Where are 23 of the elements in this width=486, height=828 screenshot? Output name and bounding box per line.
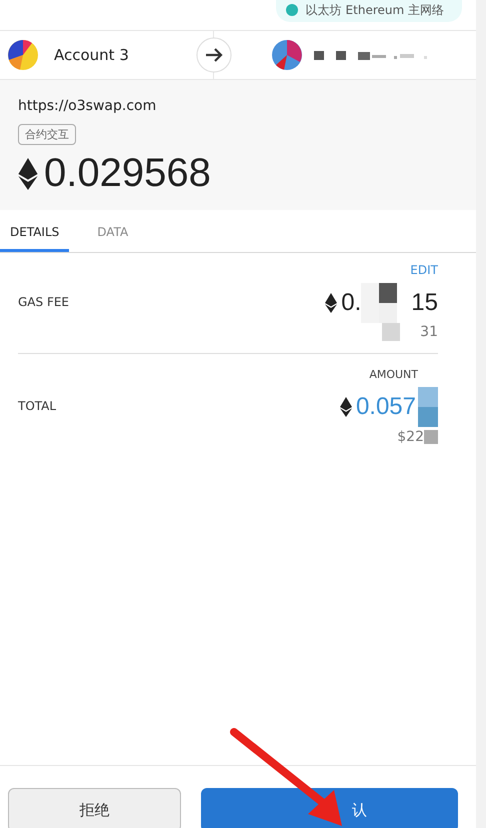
ethereum-icon xyxy=(18,158,38,190)
ethereum-icon xyxy=(340,397,352,417)
gas-fee-fiat: 31 xyxy=(420,324,438,340)
method-tag: 合约交互 xyxy=(18,124,76,145)
tab[interactable]: DATA xyxy=(87,214,138,252)
network-badge[interactable]: 以太坊 Ethereum 主网络 xyxy=(276,0,462,22)
reject-button[interactable]: 拒绝 xyxy=(8,788,181,828)
total-fiat: $22 xyxy=(397,429,424,445)
gas-fee-label: GAS FEE xyxy=(18,295,70,309)
confirm-button[interactable]: 认 xyxy=(201,788,458,828)
transaction-amount: 0.029568 xyxy=(44,151,211,196)
avatar-icon xyxy=(8,40,38,70)
site-url: https://o3swap.com xyxy=(18,98,158,114)
ethereum-icon xyxy=(325,293,338,313)
tab[interactable]: DETAILS xyxy=(0,214,70,252)
gas-fee-value: 0. xyxy=(341,289,362,317)
gas-fee-value: 15 xyxy=(411,289,438,317)
total-label: TOTAL xyxy=(18,399,56,413)
avatar-icon xyxy=(272,40,302,70)
total-value: 0.057 xyxy=(356,393,416,421)
amount-header: AMOUNT xyxy=(369,368,418,381)
network-name: 以太坊 Ethereum 主网络 xyxy=(306,2,444,18)
account-name: Account 3 xyxy=(54,46,129,64)
